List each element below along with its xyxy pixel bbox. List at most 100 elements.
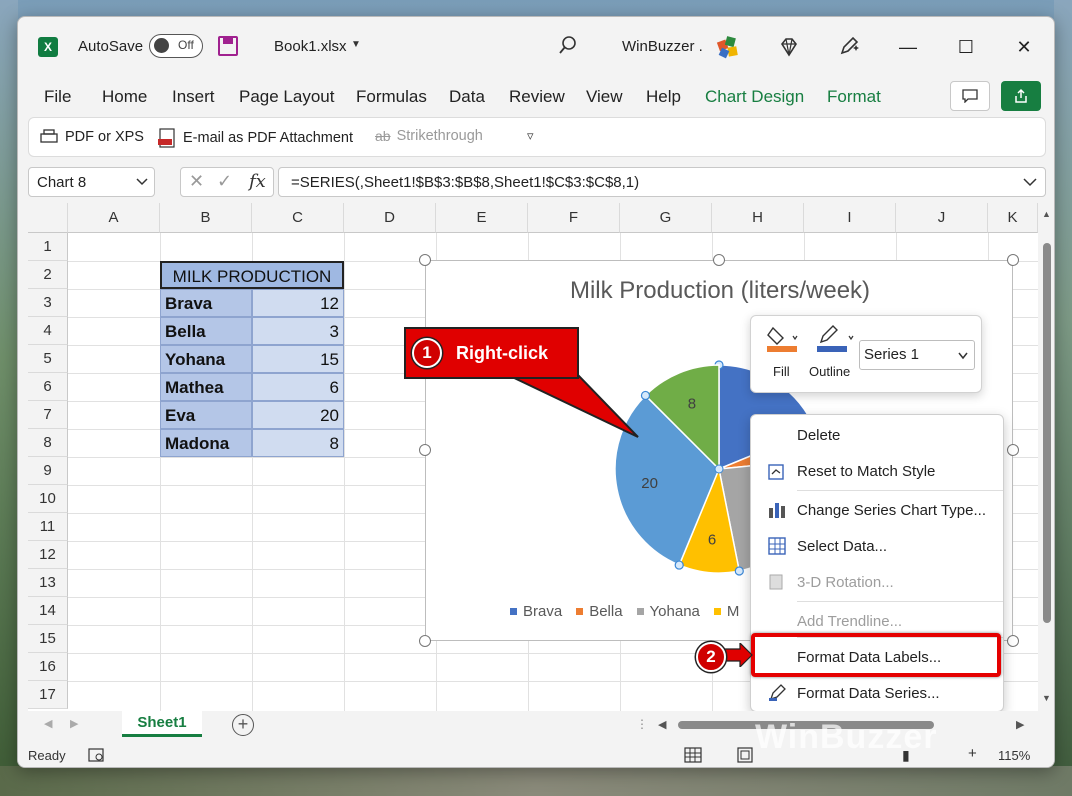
legend-item[interactable]: Brava: [510, 603, 562, 620]
table-cell-value[interactable]: 6: [252, 373, 344, 401]
column-header[interactable]: H: [712, 203, 804, 233]
column-header[interactable]: B: [160, 203, 252, 233]
sheet-tab[interactable]: Sheet1: [122, 711, 202, 737]
table-cell-value[interactable]: 20: [252, 401, 344, 429]
chevron-down-icon[interactable]: ▼: [351, 39, 361, 50]
chart-legend[interactable]: Brava Bella Yohana M: [510, 603, 739, 620]
tab-chart-design[interactable]: Chart Design: [705, 87, 804, 107]
table-cell-name[interactable]: Madona: [160, 429, 252, 457]
hscroll-right-icon[interactable]: ▶: [1016, 718, 1024, 731]
user-avatar-icon[interactable]: [714, 33, 742, 61]
column-header[interactable]: D: [344, 203, 436, 233]
tab-help[interactable]: Help: [646, 87, 681, 107]
name-box[interactable]: Chart 8: [28, 167, 155, 197]
legend-item[interactable]: M: [713, 603, 739, 620]
table-cell-name[interactable]: Mathea: [160, 373, 252, 401]
series-select[interactable]: Series 1: [859, 340, 975, 370]
save-icon[interactable]: [218, 36, 238, 56]
insert-function-icon[interactable]: fx: [249, 171, 266, 192]
legend-item[interactable]: Yohana: [636, 603, 700, 620]
tab-file[interactable]: File: [44, 87, 71, 107]
tab-view[interactable]: View: [586, 87, 623, 107]
legend-item[interactable]: Bella: [576, 603, 623, 620]
vertical-scroll-thumb[interactable]: [1043, 243, 1051, 623]
vertical-scrollbar[interactable]: ▲ ▼: [1038, 203, 1054, 711]
fill-bucket-icon[interactable]: [765, 324, 799, 354]
search-icon[interactable]: [558, 35, 578, 55]
cancel-icon[interactable]: ✕: [189, 171, 204, 192]
row-header[interactable]: 8: [28, 429, 68, 457]
tab-format[interactable]: Format: [827, 87, 881, 107]
column-header[interactable]: E: [436, 203, 528, 233]
row-header[interactable]: 4: [28, 317, 68, 345]
row-header[interactable]: 9: [28, 457, 68, 485]
zoom-level[interactable]: 115%: [998, 748, 1030, 763]
row-header[interactable]: 1: [28, 233, 68, 261]
resize-handle[interactable]: [1007, 444, 1019, 456]
column-header[interactable]: J: [896, 203, 988, 233]
resize-handle[interactable]: [1007, 254, 1019, 266]
column-header[interactable]: C: [252, 203, 344, 233]
diamond-icon[interactable]: [778, 36, 800, 58]
tab-review[interactable]: Review: [509, 87, 565, 107]
tab-home[interactable]: Home: [102, 87, 147, 107]
column-header[interactable]: G: [620, 203, 712, 233]
resize-handle[interactable]: [419, 254, 431, 266]
zoom-in-icon[interactable]: +: [968, 745, 977, 762]
row-header[interactable]: 11: [28, 513, 68, 541]
maximize-button[interactable]: ☐: [952, 33, 980, 61]
qat-customize-icon[interactable]: ▿: [527, 128, 534, 144]
enter-icon[interactable]: ✓: [217, 171, 232, 192]
pdf-xps-button[interactable]: PDF or XPS: [39, 128, 144, 146]
row-header[interactable]: 13: [28, 569, 68, 597]
column-header[interactable]: A: [68, 203, 160, 233]
row-header[interactable]: 3: [28, 289, 68, 317]
data-label-eva[interactable]: 20: [641, 475, 658, 492]
close-button[interactable]: ✕: [1010, 33, 1038, 61]
table-cell-value[interactable]: 15: [252, 345, 344, 373]
resize-handle[interactable]: [419, 444, 431, 456]
normal-view-icon[interactable]: [684, 747, 702, 763]
chevron-down-icon[interactable]: [1023, 177, 1037, 187]
tab-insert[interactable]: Insert: [172, 87, 215, 107]
row-header[interactable]: 6: [28, 373, 68, 401]
table-cell-value[interactable]: 8: [252, 429, 344, 457]
scroll-down-icon[interactable]: ▼: [1042, 693, 1051, 703]
row-header[interactable]: 7: [28, 401, 68, 429]
pen-sparkle-icon[interactable]: [838, 35, 860, 57]
column-header[interactable]: I: [804, 203, 896, 233]
row-header[interactable]: 15: [28, 625, 68, 653]
formula-input[interactable]: =SERIES(,Sheet1!$B$3:$B$8,Sheet1!$C$3:$C…: [278, 167, 1046, 197]
row-header[interactable]: 10: [28, 485, 68, 513]
page-layout-view-icon[interactable]: [736, 747, 754, 763]
outline-label[interactable]: Outline: [809, 364, 850, 379]
menu-item-select-data[interactable]: Select Data...: [751, 528, 1005, 562]
resize-handle[interactable]: [713, 254, 725, 266]
fill-label[interactable]: Fill: [773, 364, 790, 379]
hscroll-left-icon[interactable]: ◀: [658, 718, 666, 731]
outline-pen-icon[interactable]: [815, 324, 855, 354]
share-button[interactable]: [1001, 81, 1041, 111]
pie-center-handle[interactable]: [714, 464, 724, 474]
resize-handle[interactable]: [1007, 635, 1019, 647]
row-header[interactable]: 16: [28, 653, 68, 681]
table-cell-name[interactable]: Brava: [160, 289, 252, 317]
select-all-corner[interactable]: [28, 203, 68, 233]
menu-item-reset-style[interactable]: Reset to Match Style: [751, 453, 1005, 487]
data-label-madona[interactable]: 8: [688, 396, 696, 413]
menu-item-delete[interactable]: Delete: [751, 417, 1005, 451]
table-cell-name[interactable]: Yohana: [160, 345, 252, 373]
row-header[interactable]: 12: [28, 541, 68, 569]
tab-scroll-right-icon[interactable]: ▶: [70, 717, 78, 730]
menu-item-format-data-series[interactable]: Format Data Series...: [751, 675, 1005, 709]
file-name[interactable]: Book1.xlsx: [274, 38, 347, 55]
table-cell-value[interactable]: 12: [252, 289, 344, 317]
column-header[interactable]: F: [528, 203, 620, 233]
slice-selection-handle[interactable]: [674, 560, 684, 570]
menu-item-change-chart-type[interactable]: Change Series Chart Type...: [751, 492, 1005, 526]
accessibility-icon[interactable]: [88, 747, 106, 763]
tab-formulas[interactable]: Formulas: [356, 87, 427, 107]
minimize-button[interactable]: —: [894, 33, 922, 61]
email-pdf-button[interactable]: E-mail as PDF Attachment: [157, 128, 353, 148]
table-cell-name[interactable]: Bella: [160, 317, 252, 345]
